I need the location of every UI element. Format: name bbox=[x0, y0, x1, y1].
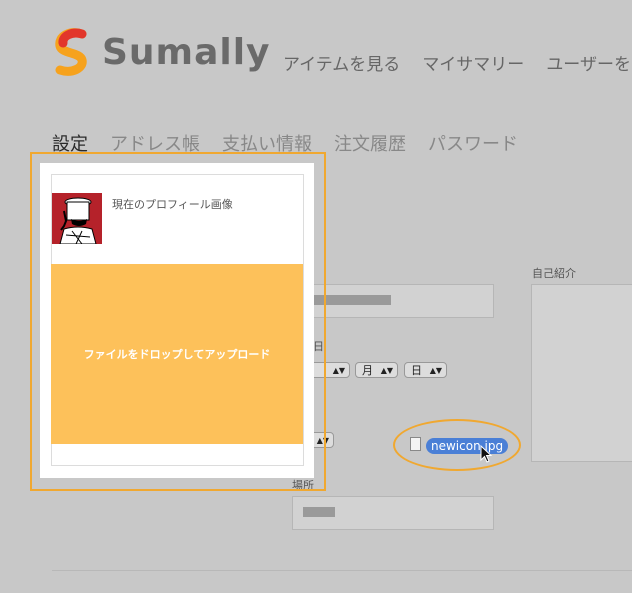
top-navigation: アイテムを見る マイサマリー ユーザーを bbox=[283, 50, 631, 75]
sumally-logo-icon[interactable] bbox=[52, 28, 92, 78]
current-profile-image-label: 現在のプロフィール画像 bbox=[112, 198, 233, 211]
bio-label: 自己紹介 bbox=[532, 267, 576, 280]
avatar bbox=[52, 193, 102, 244]
file-icon[interactable] bbox=[410, 437, 421, 451]
dragged-file-label[interactable]: newicon.jpg bbox=[426, 438, 509, 454]
bio-textarea[interactable] bbox=[531, 284, 632, 462]
blurred-location-value bbox=[303, 507, 335, 517]
divider bbox=[52, 570, 632, 571]
month-select[interactable]: 月 ▲▼ bbox=[355, 362, 398, 378]
select-arrow-icon: ▲▼ bbox=[332, 366, 345, 375]
day-select-value: 日 bbox=[411, 364, 422, 377]
day-select[interactable]: 日 ▲▼ bbox=[404, 362, 447, 378]
month-select-value: 月 bbox=[362, 364, 373, 377]
nav-browse-items[interactable]: アイテムを見る bbox=[283, 50, 400, 75]
brand-name[interactable]: Sumally bbox=[102, 32, 271, 73]
location-field[interactable] bbox=[292, 496, 494, 530]
nav-my-summary[interactable]: マイサマリー bbox=[422, 50, 524, 75]
select-arrow-icon: ▲▼ bbox=[380, 366, 393, 375]
nav-users[interactable]: ユーザーを bbox=[546, 50, 631, 75]
file-dropzone[interactable]: ファイルをドロップしてアップロード bbox=[51, 264, 303, 444]
avatar-image bbox=[52, 193, 102, 244]
dropzone-text: ファイルをドロップしてアップロード bbox=[83, 348, 271, 361]
tab-order-history[interactable]: 注文履歴 bbox=[334, 130, 406, 156]
tab-password[interactable]: パスワード bbox=[428, 130, 518, 156]
pointer-cursor-icon bbox=[480, 445, 493, 463]
select-arrow-icon: ▲▼ bbox=[429, 366, 442, 375]
